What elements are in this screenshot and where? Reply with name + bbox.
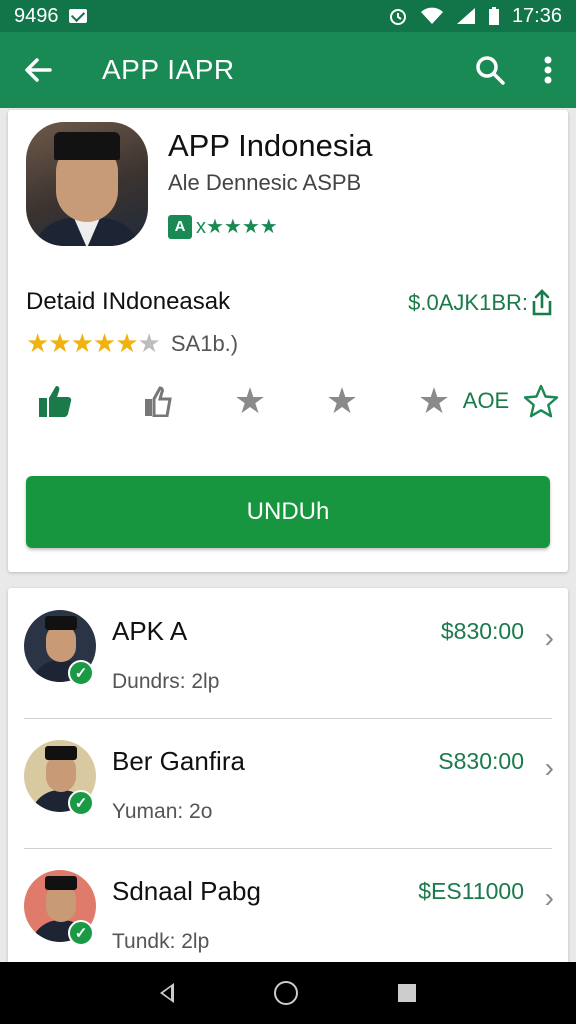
star-outline-icon <box>523 384 559 418</box>
mail-icon <box>68 9 87 23</box>
nav-home-icon[interactable] <box>274 981 298 1005</box>
status-right: 17:36 <box>388 5 562 28</box>
dislike-button[interactable] <box>130 376 190 426</box>
chevron-right-icon[interactable]: › <box>545 882 554 914</box>
check-icon: ✓ <box>68 790 94 816</box>
avatar-cap <box>54 132 120 160</box>
check-icon: ✓ <box>68 920 94 946</box>
avatar-cap <box>45 616 77 630</box>
chevron-right-icon[interactable]: › <box>545 752 554 784</box>
app-avatar <box>26 122 148 246</box>
avatar-cap <box>45 746 77 760</box>
download-button[interactable]: UNDUh <box>26 476 550 548</box>
rating-row: ★★★★★ ★ SA1b.) <box>26 328 238 359</box>
star-icon[interactable]: ★ <box>314 376 370 426</box>
share-icon[interactable] <box>528 288 556 318</box>
list-item-title: Sdnaal Pabg <box>112 876 261 906</box>
action-row: ★ ★ ★ AOE <box>26 376 559 426</box>
favorite-button[interactable] <box>516 376 566 426</box>
arrow-left-icon <box>25 58 52 82</box>
nav-recents-icon[interactable] <box>398 984 416 1002</box>
list-item[interactable]: ✓ Sdnaal Pabg Tundk: 2lp $ES11000 › <box>8 848 568 968</box>
app-bar: APP IAPR <box>0 32 576 108</box>
wifi-icon <box>420 7 443 24</box>
status-bar: 9496 17:36 <box>0 0 576 32</box>
list-item-title: APK A <box>112 616 188 646</box>
list-item-subtitle: Yuman: 2o <box>112 800 213 823</box>
rating-stars-filled: ★★★★★ <box>26 328 139 358</box>
system-nav-bar <box>0 962 576 1024</box>
app-detail-card: APP Indonesia Ale Dennesic ASPB A x★★★★ … <box>8 110 568 572</box>
rating-star-empty: ★ <box>137 328 161 358</box>
app-badge-row: A x★★★★ <box>168 214 278 239</box>
app-bar-title: APP IAPR <box>102 54 235 85</box>
list-item-price: $ES11000 <box>418 878 524 904</box>
search-icon <box>476 56 505 85</box>
app-name: APP Indonesia <box>168 128 373 163</box>
chevron-right-icon[interactable]: › <box>545 622 554 654</box>
badge-stars: x★★★★ <box>196 216 278 238</box>
app-subtitle: Ale Dennesic ASPB <box>168 170 362 195</box>
list-item-price: $830:00 <box>440 618 524 644</box>
status-time: 17:36 <box>511 4 562 27</box>
list-item[interactable]: ✓ APK A Dundrs: 2lp $830:00 › <box>8 588 568 718</box>
list-item-subtitle: Tundk: 2lp <box>112 930 210 953</box>
battery-icon <box>488 7 499 25</box>
more-options-button[interactable] <box>520 40 576 100</box>
list-item-subtitle: Dundrs: 2lp <box>112 670 220 693</box>
avatar-cap <box>45 876 77 890</box>
detail-price: $.0AJK1BR: <box>408 290 528 315</box>
nav-back-icon[interactable] <box>160 983 174 1003</box>
list-item-title: Ber Ganfira <box>112 746 245 776</box>
list-item[interactable]: ✓ Ber Ganfira Yuman: 2o S830:00 › <box>8 718 568 848</box>
search-button[interactable] <box>460 40 520 100</box>
detail-label: Detaid INdoneasak <box>26 288 231 315</box>
thumbs-down-icon <box>145 386 172 417</box>
check-icon: ✓ <box>68 660 94 686</box>
thumbs-up-icon <box>39 386 72 417</box>
alarm-icon <box>389 9 406 25</box>
status-left: 9496 <box>14 5 87 28</box>
signal-icon <box>456 8 475 24</box>
badge-icon: A <box>168 214 192 239</box>
action-tag-label[interactable]: AOE <box>454 376 518 426</box>
like-button[interactable] <box>26 376 86 426</box>
back-button[interactable] <box>0 32 76 108</box>
rating-count: SA1b.) <box>170 330 239 356</box>
status-left-text: 9496 <box>14 4 59 27</box>
list-item-price: S830:00 <box>438 748 524 774</box>
star-icon[interactable]: ★ <box>222 376 278 426</box>
more-vert-icon <box>544 56 552 84</box>
list-card: ✓ APK A Dundrs: 2lp $830:00 › ✓ Ber Ganf… <box>8 588 568 968</box>
